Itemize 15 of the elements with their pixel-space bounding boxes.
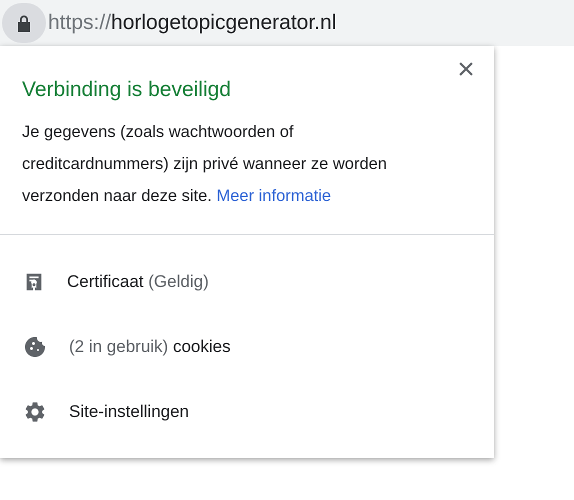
site-info-item[interactable]: Certificaat (Geldig) — [0, 249, 494, 314]
lock-icon — [17, 14, 31, 32]
more-info-link[interactable]: Meer informatie — [216, 187, 332, 205]
security-description: Je gegevens (zoals wachtwoorden of creditcardnummers) zijn privé wanneer ze worden verzonden naar deze site. Meer informatie — [22, 122, 388, 207]
popup-title: Verbinding is beveiligd — [22, 77, 232, 103]
lock-button[interactable] — [2, 3, 46, 43]
cookie-icon — [23, 334, 47, 358]
site-info-item[interactable]: (2 in gebruik) cookies — [0, 314, 494, 379]
item-label: Certificaat (Geldig) — [67, 270, 209, 293]
close-button[interactable]: × — [452, 56, 480, 84]
item-label: (2 in gebruik) cookies — [69, 336, 231, 358]
site-info-item[interactable]: Site-instellingen — [0, 379, 494, 444]
item-label: Site-instellingen — [69, 400, 190, 423]
url-text[interactable]: https://horlogetopicgenerator.nl — [48, 7, 336, 39]
settings-icon — [23, 400, 47, 424]
